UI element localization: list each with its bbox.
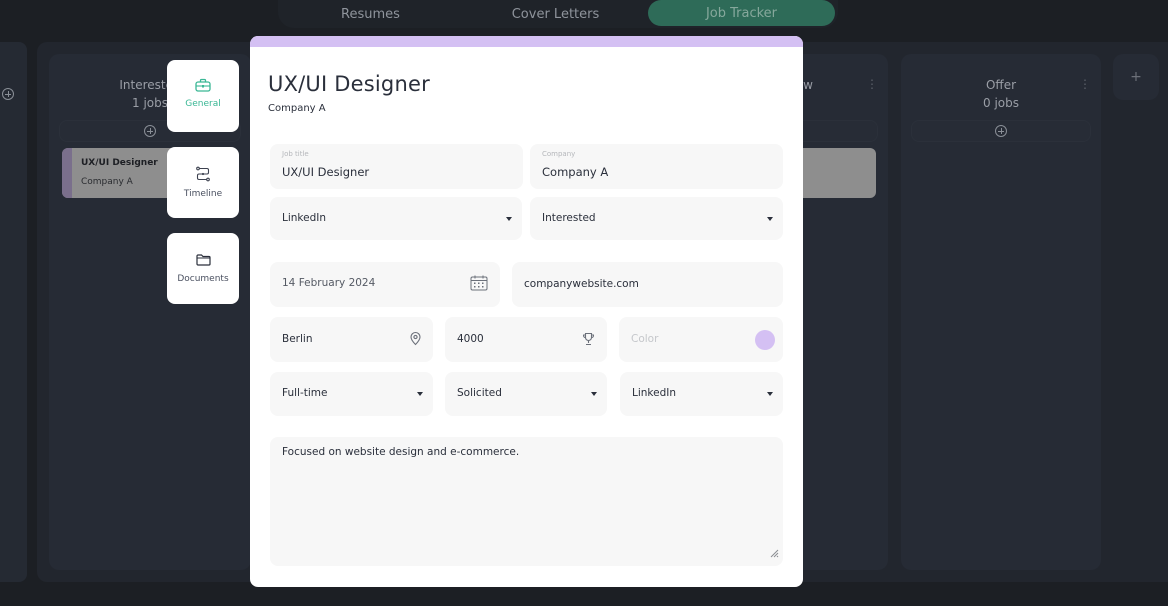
job-type-select[interactable]: Full-time xyxy=(270,372,433,416)
side-tab-label: Documents xyxy=(177,274,229,284)
channel-value: LinkedIn xyxy=(632,387,677,399)
column-menu-icon[interactable]: ⋮ xyxy=(866,78,878,90)
notes-textarea[interactable]: Focused on website design and e-commerce… xyxy=(270,437,783,566)
color-placeholder: Color xyxy=(631,333,659,345)
job-title-input[interactable]: UX/UI Designer xyxy=(282,165,369,179)
add-column-button[interactable]: + xyxy=(1113,54,1159,100)
job-type-value: Full-time xyxy=(282,387,328,399)
column-count: 0 jobs xyxy=(983,96,1019,110)
color-swatch[interactable] xyxy=(755,329,775,350)
location-value[interactable]: Berlin xyxy=(282,333,312,345)
add-job-icon[interactable] xyxy=(2,88,14,100)
job-card-title: UX/UI Designer xyxy=(81,158,158,168)
modal-accent-bar xyxy=(250,36,803,47)
source-value: LinkedIn xyxy=(282,212,327,224)
resize-handle-icon[interactable] xyxy=(769,543,779,562)
company-input[interactable]: Company A xyxy=(542,165,608,179)
dropdown-caret-icon xyxy=(767,216,773,221)
location-pin-icon xyxy=(410,330,421,349)
job-details-modal: UX/UI Designer Company A Job title UX/UI… xyxy=(250,36,803,587)
date-field[interactable]: 14 February 2024 xyxy=(270,262,500,307)
channel-select[interactable]: LinkedIn xyxy=(620,372,783,416)
dropdown-caret-icon xyxy=(506,216,512,221)
tab-cover-letters[interactable]: Cover Letters xyxy=(463,0,648,28)
side-tab-documents[interactable]: Documents xyxy=(167,233,239,304)
field-label: Job title xyxy=(282,150,309,158)
dropdown-caret-icon xyxy=(767,392,773,396)
tab-resumes[interactable]: Resumes xyxy=(278,0,463,28)
side-tab-label: General xyxy=(185,99,221,109)
column-offer: Offer 0 jobs ⋮ xyxy=(901,54,1101,570)
dropdown-caret-icon xyxy=(417,392,423,396)
status-select[interactable]: Interested xyxy=(530,197,783,240)
card-color-stripe xyxy=(62,148,72,198)
plus-circle-icon xyxy=(995,125,1007,137)
dropdown-caret-icon xyxy=(591,392,597,396)
website-value[interactable]: companywebsite.com xyxy=(524,278,639,290)
job-card-company: Company A xyxy=(81,177,133,187)
website-field[interactable]: companywebsite.com xyxy=(512,262,783,307)
timeline-icon xyxy=(196,166,210,182)
location-field[interactable]: Berlin xyxy=(270,317,433,362)
side-tab-timeline[interactable]: Timeline xyxy=(167,147,239,218)
plus-circle-icon xyxy=(144,125,156,137)
status-value: Interested xyxy=(542,212,596,224)
notes-value[interactable]: Focused on website design and e-commerce… xyxy=(282,446,519,458)
date-value[interactable]: 14 February 2024 xyxy=(282,277,375,289)
tab-job-tracker[interactable]: Job Tracker xyxy=(648,0,835,26)
application-type-value: Solicited xyxy=(457,387,502,399)
folder-icon xyxy=(195,254,211,266)
briefcase-icon xyxy=(195,78,211,92)
modal-subtitle: Company A xyxy=(268,103,326,114)
side-tab-label: Timeline xyxy=(183,189,223,199)
company-field[interactable]: Company Company A xyxy=(530,144,783,189)
source-select[interactable]: LinkedIn xyxy=(270,197,522,240)
previous-column xyxy=(0,42,27,582)
side-tab-general[interactable]: General xyxy=(167,60,239,132)
add-job-button[interactable] xyxy=(911,120,1091,142)
top-navigation: Resumes Cover Letters Job Tracker xyxy=(278,0,838,28)
column-title: Offer xyxy=(985,78,1017,92)
job-title-field[interactable]: Job title UX/UI Designer xyxy=(270,144,523,189)
color-field[interactable]: Color xyxy=(619,317,783,362)
trophy-icon xyxy=(582,330,595,349)
calendar-icon[interactable] xyxy=(470,275,488,295)
application-type-select[interactable]: Solicited xyxy=(445,372,607,416)
modal-title: UX/UI Designer xyxy=(268,72,430,96)
column-menu-icon[interactable]: ⋮ xyxy=(1079,78,1091,90)
salary-value[interactable]: 4000 xyxy=(457,333,484,345)
salary-field[interactable]: 4000 xyxy=(445,317,607,362)
field-label: Company xyxy=(542,150,576,158)
